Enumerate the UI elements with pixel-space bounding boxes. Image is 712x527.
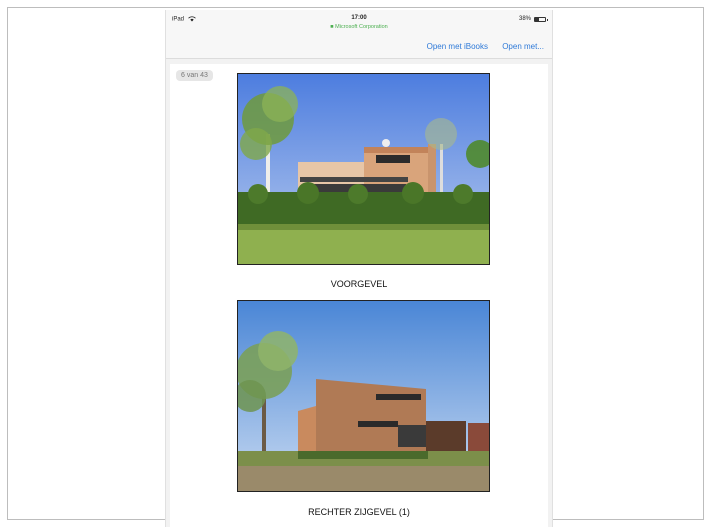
status-time: 17:00 [351, 15, 367, 21]
open-in-ibooks-button[interactable]: Open met iBooks [427, 42, 488, 51]
open-in-button[interactable]: Open met... [502, 42, 544, 51]
lock-icon: ■ [330, 24, 334, 30]
viewer-toolbar: Open met iBooks Open met... [166, 36, 552, 59]
carrier-label: Microsoft Corporation [335, 24, 388, 30]
right-side-facade-photo [237, 300, 490, 492]
front-facade-caption: VOORGEVEL [330, 279, 388, 289]
battery-percentage: 38% [518, 16, 531, 22]
battery-icon [534, 16, 548, 22]
status-bar: iPad 17:00 ■ Microsoft Corporation 38% [166, 10, 552, 36]
document-page[interactable]: 6 van 43 VOORGEVEL RECHTER ZIJGEVEL (1) [170, 64, 548, 527]
front-facade-photo [237, 73, 490, 265]
page-counter: 6 van 43 [176, 70, 213, 81]
ipad-screen: iPad 17:00 ■ Microsoft Corporation 38% O… [165, 10, 553, 527]
right-side-facade-caption: RECHTER ZIJGEVEL (1) [308, 507, 410, 517]
